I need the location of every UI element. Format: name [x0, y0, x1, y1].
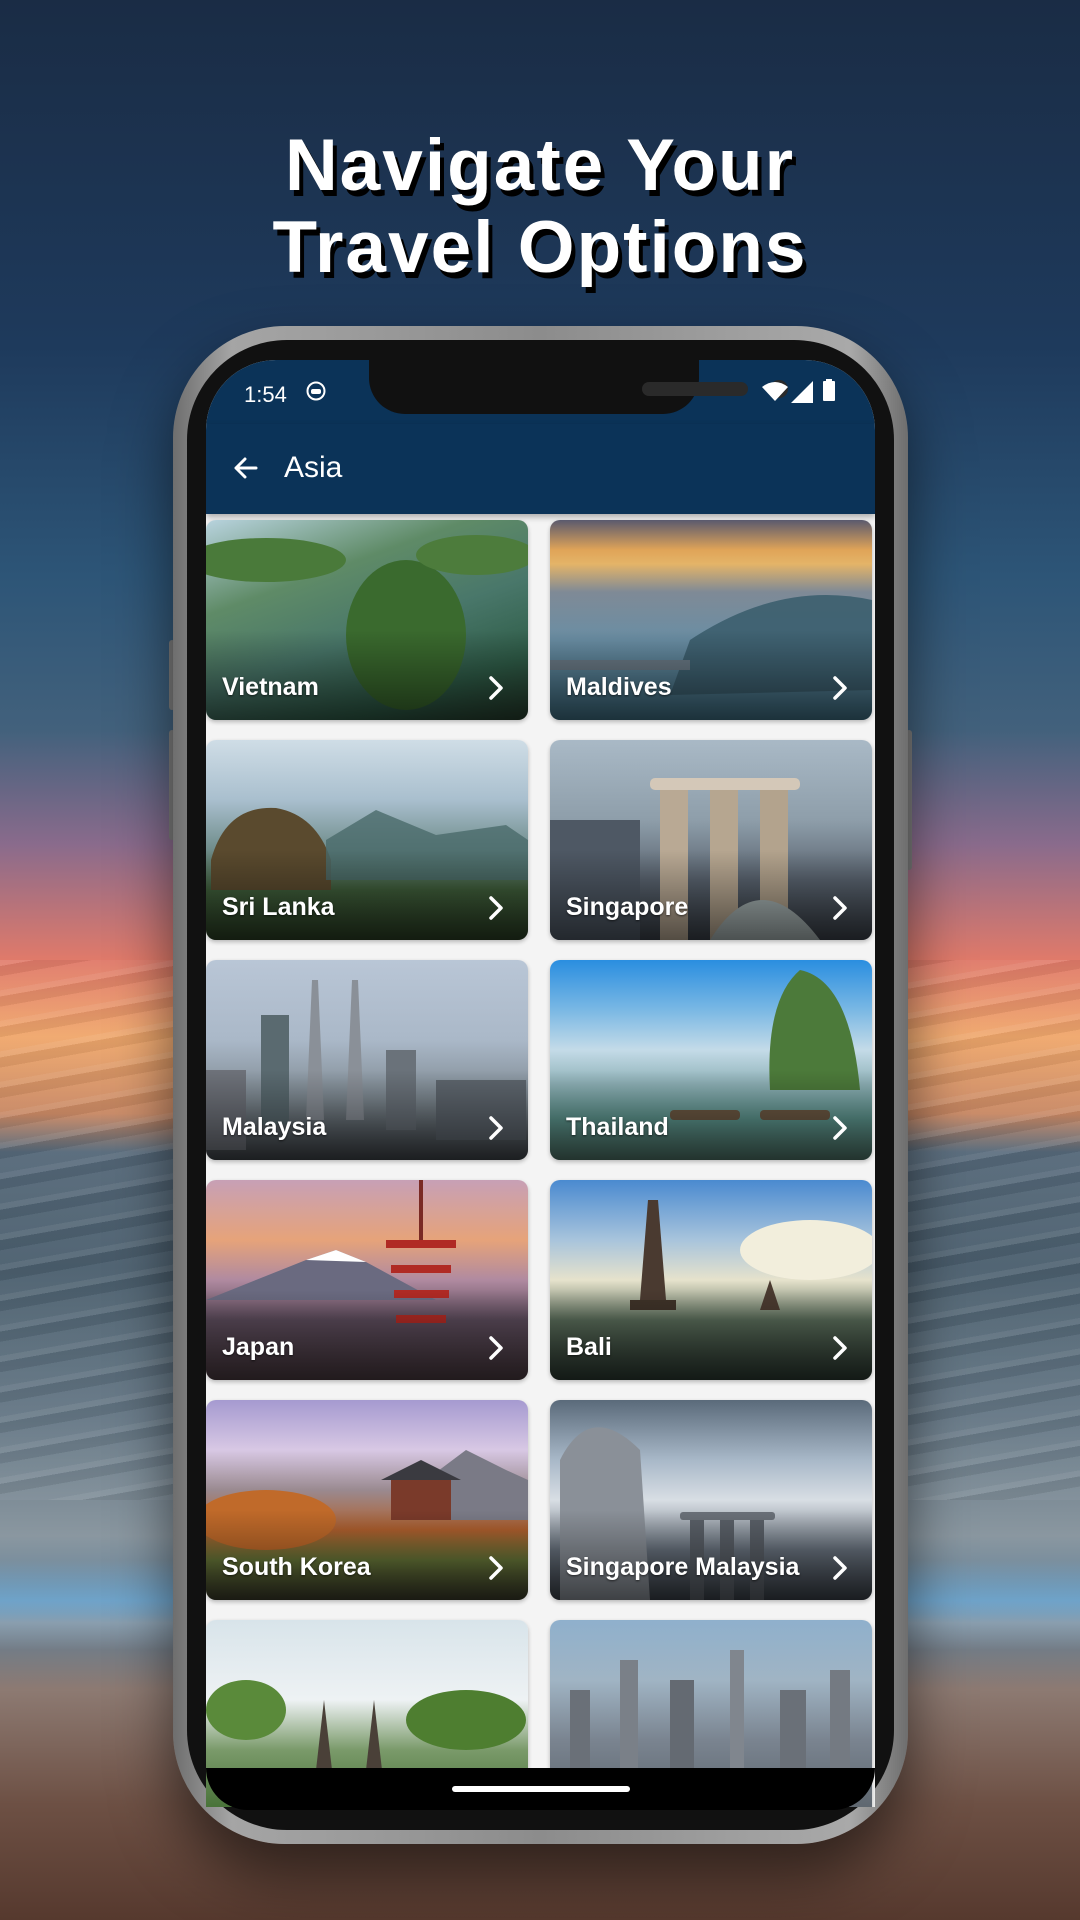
- headline-line-2: Travel Options: [272, 207, 808, 288]
- home-indicator[interactable]: [452, 1786, 630, 1792]
- destination-card-sri-lanka[interactable]: Sri Lanka: [206, 740, 528, 940]
- card-label: South Korea: [222, 1553, 371, 1581]
- chevron-right-icon: [833, 1336, 847, 1360]
- promo-background: Navigate Your Travel Options 1:54 Asia V…: [0, 0, 1080, 1920]
- card-label: Bali: [566, 1333, 612, 1361]
- speaker-grille: [642, 382, 748, 396]
- wifi-icon: [762, 382, 788, 401]
- chevron-right-icon: [833, 1116, 847, 1140]
- chevron-right-icon: [489, 1556, 503, 1580]
- promo-headline: Navigate Your Travel Options: [0, 125, 1080, 289]
- phone-screen: 1:54 Asia Vietnam Maldives Sri Lanka Sin…: [206, 360, 875, 1807]
- card-label: Vietnam: [222, 673, 319, 701]
- card-label: Japan: [222, 1333, 295, 1361]
- notch: [369, 360, 788, 414]
- chevron-right-icon: [833, 1556, 847, 1580]
- chevron-right-icon: [489, 1116, 503, 1140]
- destination-card-south-korea[interactable]: South Korea: [206, 1400, 528, 1600]
- destination-card-singapore-malaysia[interactable]: Singapore Malaysia: [550, 1400, 872, 1600]
- chevron-right-icon: [489, 896, 503, 920]
- destination-card-vietnam[interactable]: Vietnam: [206, 520, 528, 720]
- chevron-right-icon: [833, 676, 847, 700]
- destination-card-singapore[interactable]: Singapore: [550, 740, 872, 940]
- card-label: Malaysia: [222, 1113, 327, 1141]
- app-bar: Asia: [206, 424, 875, 514]
- card-label: Singapore Malaysia: [566, 1553, 800, 1581]
- status-bar: 1:54: [206, 360, 875, 424]
- battery-icon: [823, 379, 835, 401]
- signal-icon: [791, 381, 813, 403]
- destination-card-japan[interactable]: Japan: [206, 1180, 528, 1380]
- destination-card-thailand[interactable]: Thailand: [550, 960, 872, 1160]
- arrow-left-icon[interactable]: [226, 448, 266, 488]
- card-label: Maldives: [566, 673, 672, 701]
- card-label: Singapore: [566, 893, 689, 921]
- status-time: 1:54: [244, 382, 287, 407]
- chevron-right-icon: [833, 896, 847, 920]
- destination-card-bali[interactable]: Bali: [550, 1180, 872, 1380]
- headline-line-1: Navigate Your: [284, 125, 796, 206]
- destination-card-malaysia[interactable]: Malaysia: [206, 960, 528, 1160]
- face-icon: [306, 381, 326, 401]
- destination-card-maldives[interactable]: Maldives: [550, 520, 872, 720]
- page-title: Asia: [284, 451, 343, 484]
- chevron-right-icon: [489, 676, 503, 700]
- card-label: Thailand: [566, 1113, 669, 1141]
- card-label: Sri Lanka: [222, 893, 335, 921]
- chevron-right-icon: [489, 1336, 503, 1360]
